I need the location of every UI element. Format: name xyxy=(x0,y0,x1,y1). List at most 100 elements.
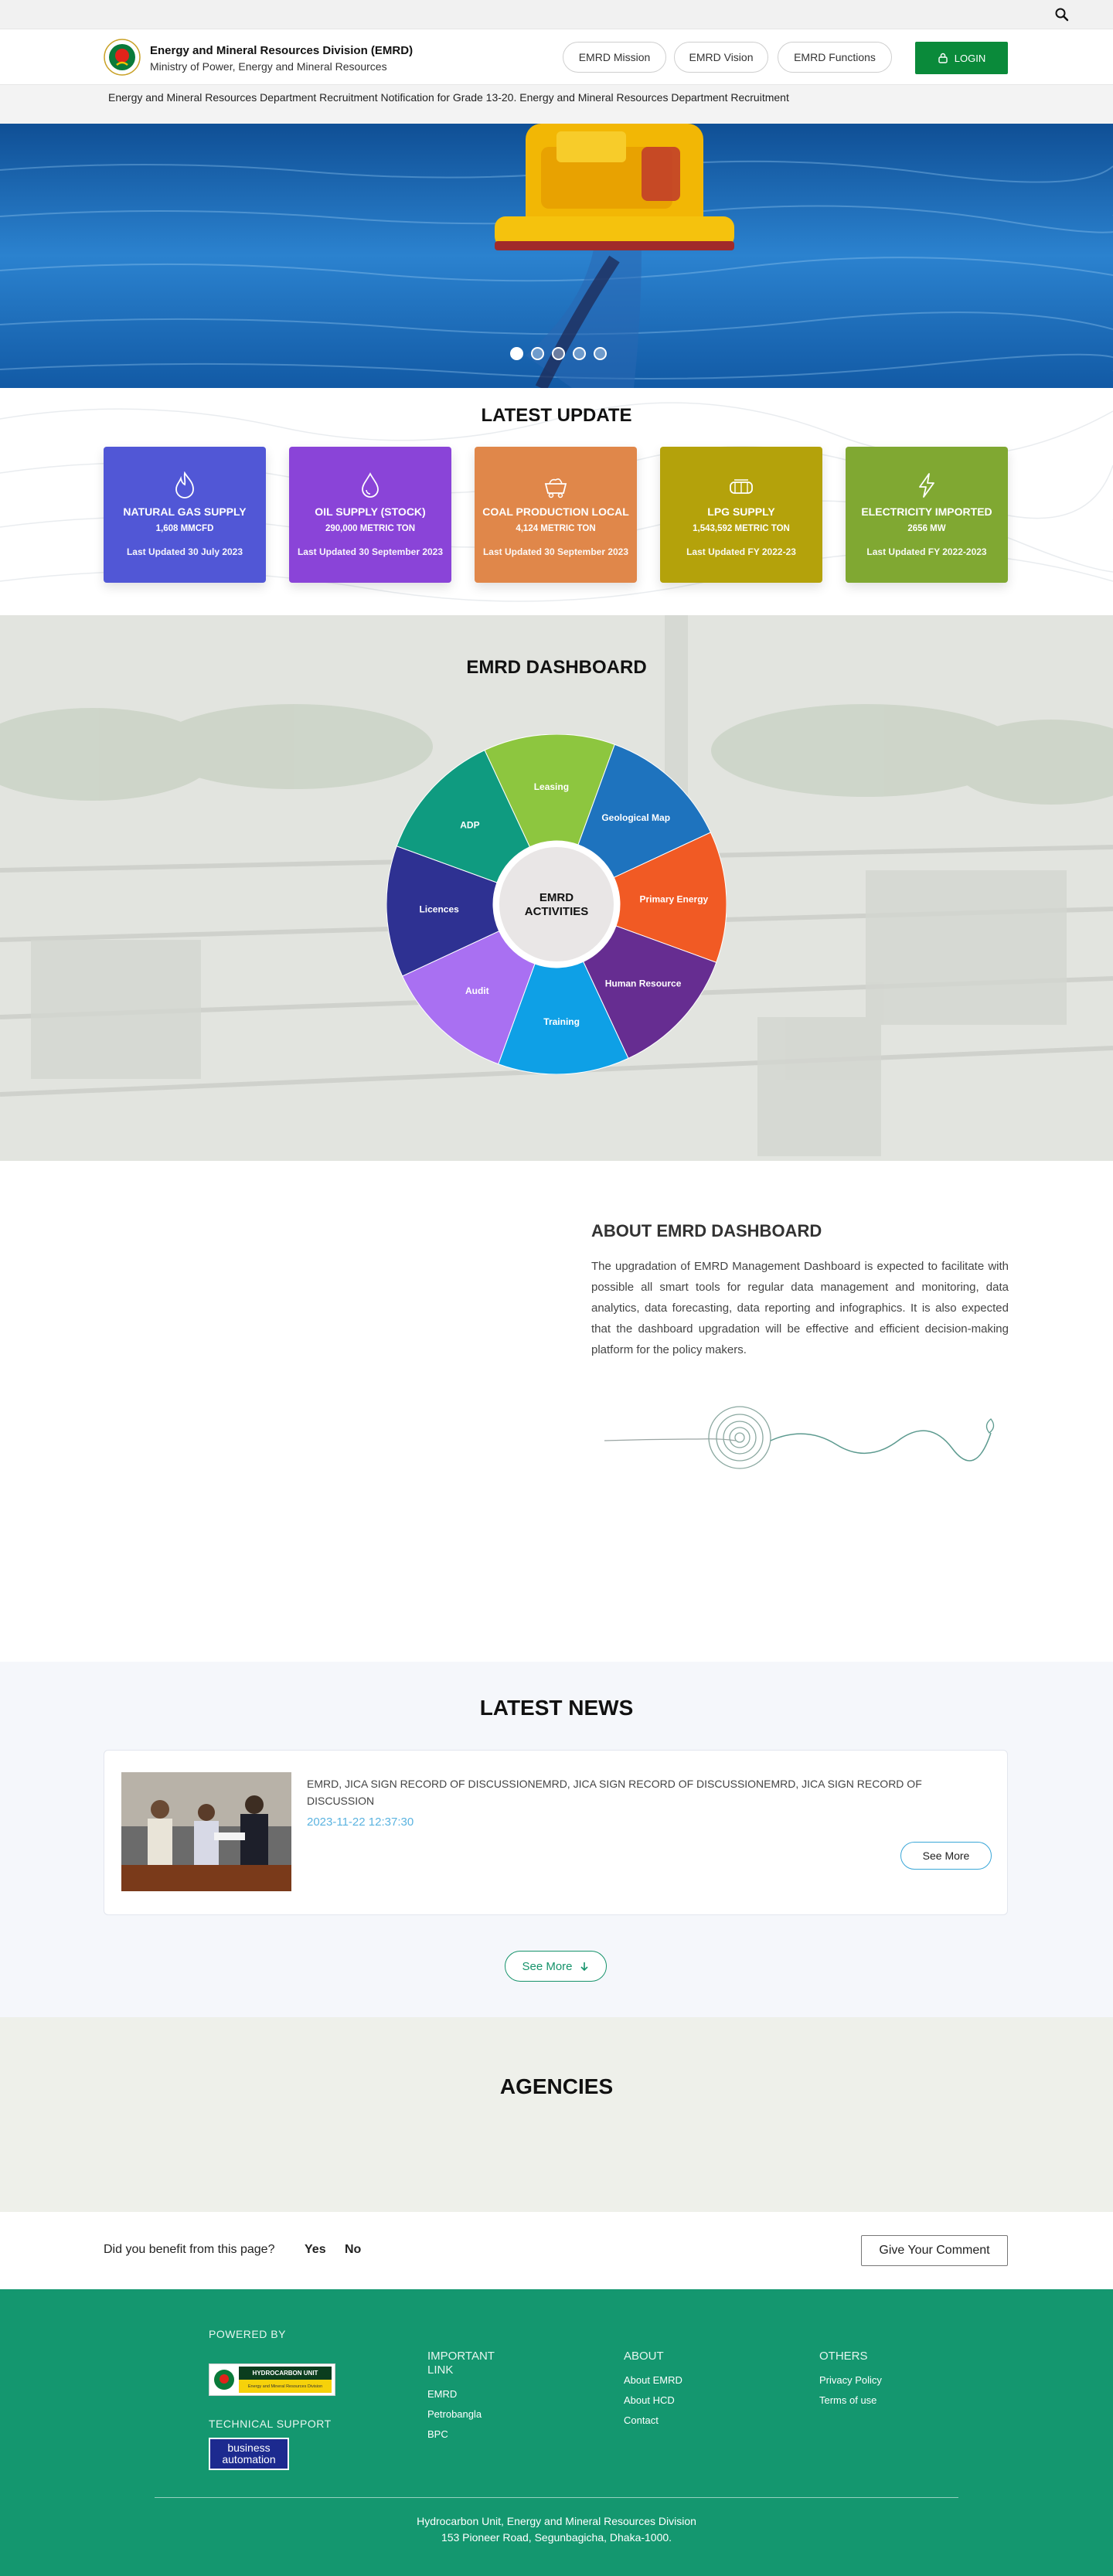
card-title: LPG SUPPLY xyxy=(707,505,775,518)
news-title: LATEST NEWS xyxy=(479,1696,634,1720)
footer-heading: ABOUT xyxy=(624,2350,664,2363)
footer-address-line2: 153 Pioneer Road, Segunbagicha, Dhaka-10… xyxy=(441,2531,672,2544)
wheel-center-label: ACTIVITIES xyxy=(525,905,589,918)
footer-link-contact[interactable]: Contact xyxy=(624,2414,701,2426)
card-title: COAL PRODUCTION LOCAL xyxy=(482,505,629,518)
wheel-segment-label: Audit xyxy=(465,985,489,996)
coal-cart-icon xyxy=(544,478,567,499)
wheel-segment-label: ADP xyxy=(460,819,479,830)
footer-link-petrobangla[interactable]: Petrobangla xyxy=(427,2408,505,2420)
nav-emrd-mission[interactable]: EMRD Mission xyxy=(563,42,666,73)
footer-about-links: ABOUT About EMRD About HCD Contact xyxy=(624,2350,701,2435)
org-subtitle: Ministry of Power, Energy and Mineral Re… xyxy=(150,60,387,73)
card-value: 290,000 METRIC TON xyxy=(325,524,416,533)
update-card-electricity[interactable]: ELECTRICITY IMPORTED 2656 MW Last Updated … xyxy=(846,447,1008,583)
wheel-center[interactable] xyxy=(499,847,614,961)
card-value: 2656 MW xyxy=(907,524,946,533)
wheel-segment-label: Leasing xyxy=(534,781,569,792)
ba-logo-line2: automation xyxy=(222,2453,276,2465)
org-title: Energy and Mineral Resources Division (E… xyxy=(150,44,414,57)
org-identity[interactable]: Energy and Mineral Resources Division (E… xyxy=(150,44,413,73)
agencies-title: AGENCIES xyxy=(499,2074,614,2098)
top-strip xyxy=(0,0,1113,29)
footer-divider xyxy=(155,2497,958,2498)
see-more-news-button[interactable]: See More xyxy=(505,1951,607,1982)
card-title: OIL SUPPLY (STOCK) xyxy=(315,505,426,518)
footer-link-terms-of-use[interactable]: Terms of use xyxy=(819,2394,897,2406)
slider-dot[interactable] xyxy=(510,347,523,360)
footer-link-about-hcd[interactable]: About HCD xyxy=(624,2394,701,2406)
footer-link-about-emrd[interactable]: About EMRD xyxy=(624,2374,701,2386)
card-updated: Last Updated 30 September 2023 xyxy=(482,546,629,557)
wheel-segment-label: Human Resource xyxy=(605,978,682,989)
update-card-natural-gas[interactable]: NATURAL GAS SUPPLY 1,608 MMCFD Last Update… xyxy=(104,447,266,583)
arrow-down-icon xyxy=(580,1962,588,1972)
news-photo xyxy=(121,1772,291,1891)
hcu-logo-title: HYDROCARBON UNIT xyxy=(239,2367,332,2380)
decorative-swirl xyxy=(604,1406,995,1469)
card-value: 1,543,592 METRIC TON xyxy=(693,524,790,533)
see-more-label: See More xyxy=(522,1959,573,1973)
ba-logo-line1: business xyxy=(227,2442,271,2454)
card-updated: Last Updated 30 September 2023 xyxy=(297,546,444,557)
feedback-yes[interactable]: Yes xyxy=(305,2243,326,2257)
news-thumbnail[interactable] xyxy=(121,1772,291,1891)
wheel-segment-label: Primary Energy xyxy=(639,893,708,904)
news-card[interactable]: EMRD, JICA SIGN RECORD OF DISCUSSIONEMRD… xyxy=(104,1750,1008,1915)
agencies-section xyxy=(0,2017,1113,2212)
news-headline[interactable]: EMRD, JICA SIGN RECORD OF DISCUSSIONEMRD… xyxy=(307,1775,972,1809)
powered-by-label: POWERED BY xyxy=(209,2328,286,2340)
wheel-segment-label: Geological Map xyxy=(601,812,670,823)
slider-dot[interactable] xyxy=(531,347,544,360)
news-ticker: Energy and Mineral Resources Department … xyxy=(0,85,1113,124)
lightning-icon xyxy=(919,473,934,498)
update-card-oil[interactable]: OIL SUPPLY (STOCK) 290,000 METRIC TON Last… xyxy=(289,447,451,583)
about-text: The upgradation of EMRD Management Dashb… xyxy=(591,1260,1009,1356)
news-see-more-button[interactable]: See More xyxy=(900,1842,992,1870)
business-automation-logo[interactable]: business automation xyxy=(209,2438,289,2470)
update-card-lpg[interactable]: LPG SUPPLY 1,543,592 METRIC TON Last Updat… xyxy=(660,447,822,583)
footer-other-links: OTHERS Privacy Policy Terms of use xyxy=(819,2350,897,2414)
ticker-text[interactable]: Energy and Mineral Resources Department … xyxy=(108,91,789,104)
news-date: 2023-11-22 12:37:30 xyxy=(307,1815,414,1829)
latest-update-title: LATEST UPDATE xyxy=(481,405,632,426)
technical-support-label: TECHNICAL SUPPORT xyxy=(209,2418,332,2430)
government-logo-icon[interactable] xyxy=(104,39,141,76)
card-updated: Last Updated 30 July 2023 xyxy=(126,546,243,557)
footer-address-line1: Hydrocarbon Unit, Energy and Mineral Res… xyxy=(417,2515,696,2527)
card-updated: Last Updated FY 2022-23 xyxy=(686,546,796,557)
card-value: 4,124 METRIC TON xyxy=(516,524,596,533)
footer-link-emrd[interactable]: EMRD xyxy=(427,2388,505,2400)
card-updated: Last Updated FY 2022-2023 xyxy=(866,546,987,557)
footer-heading: OTHERS xyxy=(819,2350,868,2363)
footer-important-links: IMPORTANT LINK EMRD Petrobangla BPC xyxy=(427,2350,505,2448)
gas-flame-icon xyxy=(175,471,194,499)
slider-dots xyxy=(510,347,607,360)
footer-link-bpc[interactable]: BPC xyxy=(427,2428,505,2440)
hydrocarbon-unit-logo[interactable]: HYDROCARBON UNIT Energy and Mineral Reso… xyxy=(209,2363,335,2396)
search-icon[interactable] xyxy=(1054,7,1070,22)
hcu-emblem-icon xyxy=(214,2370,234,2390)
slider-dot[interactable] xyxy=(573,347,586,360)
slider-dot[interactable] xyxy=(594,347,607,360)
login-label: LOGIN xyxy=(954,52,986,64)
card-title: NATURAL GAS SUPPLY xyxy=(123,505,247,518)
about-title: ABOUT EMRD DASHBOARD xyxy=(591,1221,822,1240)
wheel-segment-label: Training xyxy=(543,1016,580,1027)
card-value: 1,608 MMCFD xyxy=(155,524,214,533)
card-title: ELECTRICITY IMPORTED xyxy=(861,505,992,518)
give-comment-button[interactable]: Give Your Comment xyxy=(861,2235,1008,2266)
footer-heading: IMPORTANT LINK xyxy=(427,2350,495,2377)
nav-emrd-functions[interactable]: EMRD Functions xyxy=(778,42,892,73)
activities-wheel[interactable]: Leasing Geological Map Primary Energy Human… xyxy=(386,734,727,1074)
feedback-no[interactable]: No xyxy=(345,2243,361,2257)
wheel-segment-label: Licences xyxy=(419,904,459,915)
feedback-bar: Did you benefit from this page? Yes No G… xyxy=(0,2212,1113,2289)
footer-link-privacy-policy[interactable]: Privacy Policy xyxy=(819,2374,897,2386)
nav-emrd-vision[interactable]: EMRD Vision xyxy=(674,42,768,73)
slider-dot[interactable] xyxy=(552,347,565,360)
login-button[interactable]: LOGIN xyxy=(915,42,1008,74)
feedback-question: Did you benefit from this page? xyxy=(104,2243,275,2256)
wheel-center-label: EMRD xyxy=(539,891,574,904)
update-card-coal[interactable]: COAL PRODUCTION LOCAL 4,124 METRIC TON Las… xyxy=(475,447,637,583)
